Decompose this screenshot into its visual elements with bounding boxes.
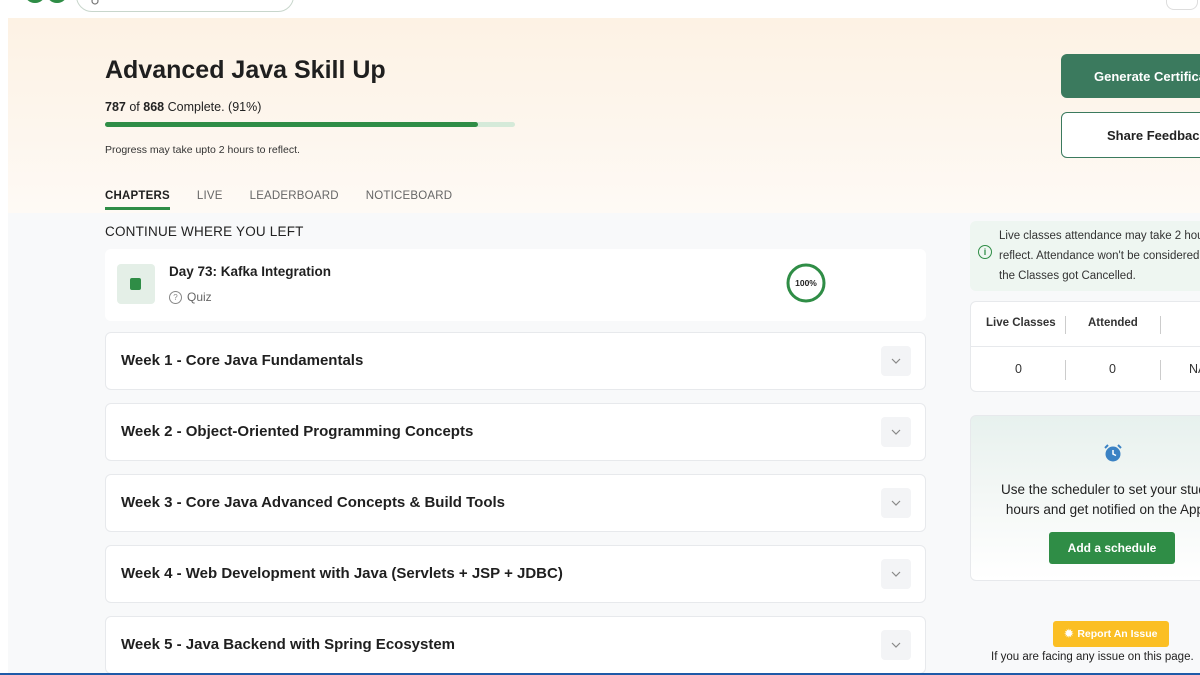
share-feedback-button[interactable]: Share Feedback (1061, 112, 1200, 158)
progress-total: 868 (143, 100, 165, 114)
top-navbar (0, 0, 1200, 18)
week-accordion[interactable]: Week 5 - Java Backend with Spring Ecosys… (105, 616, 926, 674)
progress-suffix: Complete. (91%) (167, 100, 262, 114)
progress-done: 787 (105, 100, 126, 114)
course-title: Advanced Java Skill Up (105, 56, 386, 84)
tab-chapters[interactable]: CHAPTERS (105, 190, 170, 210)
week-title: Week 2 - Object-Oriented Programming Con… (121, 423, 474, 440)
tab-leaderboard[interactable]: LEADERBOARD (250, 190, 339, 210)
progress-bar (105, 122, 515, 127)
scheduler-line: Use the scheduler to set your study (1001, 482, 1200, 497)
chevron-down-icon[interactable] (881, 417, 911, 447)
week-title: Week 5 - Java Backend with Spring Ecosys… (121, 636, 456, 653)
search-input[interactable] (76, 0, 294, 12)
continue-heading: CONTINUE WHERE YOU LEFT (105, 224, 304, 239)
quiz-thumbnail-icon (117, 264, 155, 304)
week-accordion[interactable]: Week 4 - Web Development with Java (Serv… (105, 545, 926, 603)
add-schedule-button[interactable]: Add a schedule (1049, 532, 1175, 564)
info-icon: i (978, 245, 992, 259)
info-line: Live classes attendance may take 2 hours… (999, 230, 1200, 242)
chevron-down-icon[interactable] (881, 346, 911, 376)
stats-col-3-value: NA (1189, 362, 1200, 376)
divider (1065, 316, 1066, 334)
week-accordion[interactable]: Week 2 - Object-Oriented Programming Con… (105, 403, 926, 461)
scheduler-line: hours and get notified on the App. (1005, 502, 1200, 517)
stats-live-classes-value: 0 (1015, 362, 1022, 376)
live-stats-table: Live Classes Attended 0 0 NA (970, 301, 1200, 392)
tab-live[interactable]: LIVE (197, 190, 223, 210)
divider (1160, 360, 1161, 380)
search-icon (91, 0, 99, 5)
scheduler-text: Use the scheduler to set your study hour… (1001, 480, 1200, 520)
question-icon: ? (169, 290, 182, 304)
report-issue-button[interactable]: ✹ Report An Issue (1053, 621, 1169, 647)
divider (1160, 316, 1161, 334)
report-note: If you are facing any issue on this page… (991, 651, 1194, 663)
generate-certificate-button[interactable]: Generate Certificate (1061, 54, 1200, 98)
window-edge (0, 0, 8, 675)
progress-bar-fill (105, 122, 479, 127)
live-attendance-info: i Live classes attendance may take 2 hou… (970, 221, 1200, 291)
alarm-clock-icon (1104, 444, 1122, 462)
scheduler-card: Use the scheduler to set your study hour… (970, 415, 1200, 581)
completion-ring: 100% (786, 263, 826, 303)
profile-button[interactable] (1166, 0, 1198, 10)
stats-col-live-classes: Live Classes (986, 317, 1056, 329)
week-title: Week 3 - Core Java Advanced Concepts & B… (121, 494, 505, 511)
info-line: reflect. Attendance won't be considered … (999, 250, 1200, 262)
bug-icon: ✹ (1064, 628, 1074, 640)
stats-col-attended: Attended (1088, 317, 1138, 329)
progress-note: Progress may take upto 2 hours to reflec… (105, 144, 300, 156)
divider (1065, 360, 1066, 380)
week-accordion[interactable]: Week 1 - Core Java Fundamentals (105, 332, 926, 390)
progress-summary: 787 of 868 Complete. (91%) (105, 100, 261, 114)
resume-card[interactable]: Day 73: Kafka Integration ? Quiz 100% (105, 249, 926, 321)
completion-percent: 100% (795, 278, 817, 288)
resume-title: Day 73: Kafka Integration (169, 264, 332, 279)
chevron-down-icon[interactable] (881, 630, 911, 660)
course-hero (8, 18, 1200, 213)
resume-type: ? Quiz (169, 290, 212, 304)
resume-type-label: Quiz (187, 290, 212, 304)
week-title: Week 1 - Core Java Fundamentals (121, 352, 364, 369)
week-title: Week 4 - Web Development with Java (Serv… (121, 565, 563, 582)
course-tabs: CHAPTERS LIVE LEADERBOARD NOTICEBOARD (105, 190, 479, 210)
stats-attended-value: 0 (1109, 362, 1116, 376)
info-text: Live classes attendance may take 2 hours… (999, 226, 1200, 286)
tab-noticeboard[interactable]: NOTICEBOARD (366, 190, 453, 210)
info-line: the Classes got Cancelled. (999, 270, 1136, 282)
chevron-down-icon[interactable] (881, 559, 911, 589)
progress-of: of (129, 100, 140, 114)
week-accordion[interactable]: Week 3 - Core Java Advanced Concepts & B… (105, 474, 926, 532)
gfg-logo-icon[interactable] (24, 0, 68, 4)
chevron-down-icon[interactable] (881, 488, 911, 518)
report-issue-label: Report An Issue (1077, 628, 1158, 640)
